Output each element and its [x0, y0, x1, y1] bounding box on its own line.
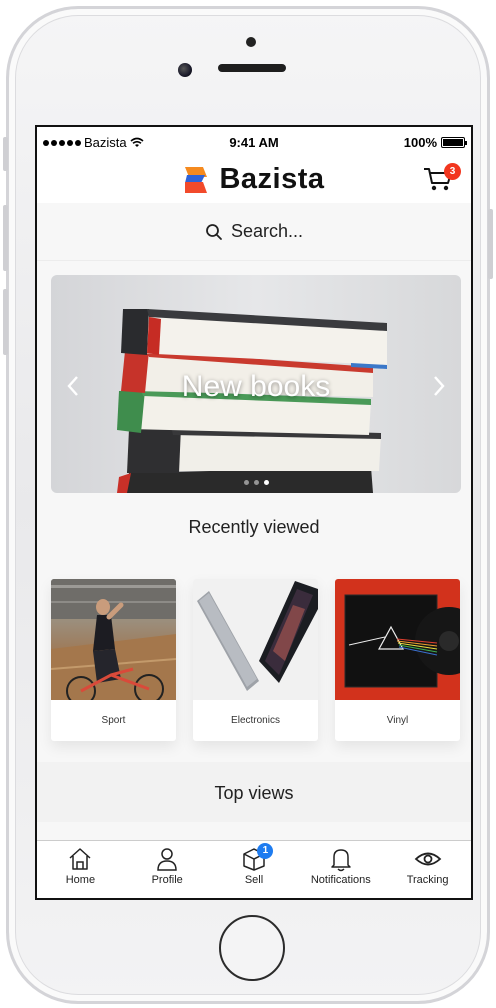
power-button — [488, 209, 493, 279]
pagination-dot[interactable] — [253, 480, 259, 485]
chevron-left-icon — [67, 376, 78, 396]
volume-up-button — [3, 205, 8, 271]
product-card-label: Sport — [101, 715, 126, 726]
tab-bar: Home Profile 1 Sell Notifications Tracki… — [37, 840, 471, 898]
tab-sell[interactable]: 1 Sell — [211, 841, 298, 898]
user-icon — [157, 848, 177, 871]
volume-down-button — [3, 289, 8, 355]
app-header: Bazista 3 — [37, 157, 471, 203]
brand-name: Bazista — [219, 163, 325, 195]
home-button[interactable] — [219, 915, 285, 981]
top-views-title: Top views — [214, 783, 294, 803]
app-screen: Bazista 9:41 AM 100% Bazista 3 Search...… — [35, 125, 473, 900]
sell-badge: 1 — [257, 843, 274, 859]
eye-icon — [414, 852, 441, 866]
pagination-dot[interactable] — [263, 480, 269, 485]
banner-title: New books — [181, 370, 331, 403]
search-input[interactable]: Search... — [231, 221, 303, 242]
product-card-electronics[interactable]: Electronics — [193, 579, 318, 741]
search-icon — [206, 223, 222, 240]
tab-notifications[interactable]: Notifications — [297, 841, 384, 898]
sport-image — [51, 579, 176, 700]
vinyl-image — [335, 579, 460, 700]
recently-viewed-list: Sport Electronics Vinyl — [37, 557, 471, 762]
battery-icon — [441, 137, 467, 148]
front-camera — [178, 63, 192, 77]
electronics-image — [193, 579, 318, 700]
bell-icon — [331, 849, 351, 872]
tab-label: Profile — [151, 874, 183, 886]
tab-label: Tracking — [406, 874, 449, 886]
tab-label: Notifications — [310, 874, 371, 886]
search-bar[interactable]: Search... — [37, 203, 471, 261]
promo-banner[interactable]: New books — [51, 275, 461, 493]
product-card-label: Vinyl — [386, 715, 409, 726]
proximity-sensor — [246, 37, 256, 47]
recently-viewed-title: Recently viewed — [188, 517, 320, 537]
product-card-vinyl[interactable]: Vinyl — [335, 579, 460, 741]
status-right: 100% — [403, 135, 467, 150]
mute-switch — [3, 137, 8, 171]
pagination-dot[interactable] — [243, 480, 249, 485]
album-cover-illustration — [344, 594, 460, 688]
banner-pagination — [51, 480, 461, 485]
home-icon — [69, 848, 91, 870]
tab-tracking[interactable]: Tracking — [384, 841, 471, 898]
tab-label: Home — [65, 874, 96, 886]
cart-button[interactable]: 3 — [423, 163, 461, 195]
earpiece-speaker — [218, 64, 286, 72]
cart-count-badge: 3 — [444, 163, 461, 180]
cyclist-illustration — [51, 579, 176, 700]
tab-profile[interactable]: Profile — [124, 841, 211, 898]
product-card-label: Electronics — [231, 715, 280, 726]
product-card-sport[interactable]: Sport — [51, 579, 176, 741]
chevron-right-icon — [434, 376, 445, 396]
brand[interactable]: Bazista — [37, 163, 471, 196]
battery-percent: 100% — [403, 135, 437, 150]
tab-home[interactable]: Home — [37, 841, 124, 898]
tab-label: Sell — [244, 874, 264, 886]
status-bar: Bazista 9:41 AM 100% — [37, 127, 471, 157]
phones-illustration — [197, 581, 318, 691]
banner-prev-button[interactable] — [61, 371, 85, 405]
bazista-logo-icon — [185, 166, 208, 193]
banner-next-button[interactable] — [427, 371, 451, 405]
